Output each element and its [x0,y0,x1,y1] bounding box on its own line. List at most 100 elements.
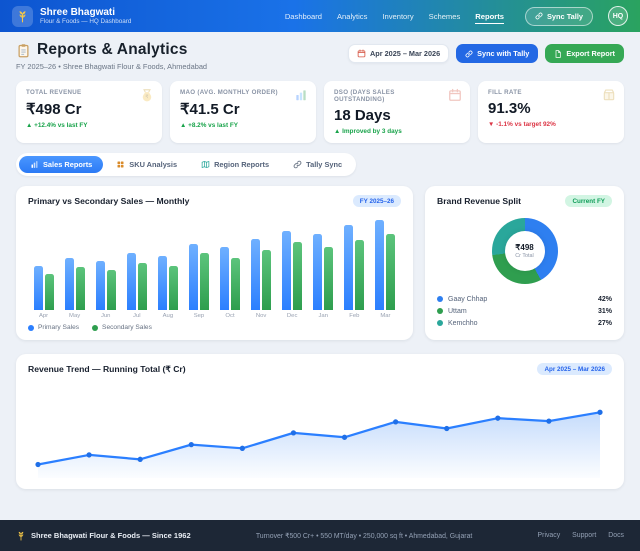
tab-sku-analysis[interactable]: SKU Analysis [105,156,188,173]
line-chart-svg[interactable] [28,382,612,480]
footer-link-support[interactable]: Support [572,532,596,539]
line-data-point[interactable] [291,430,296,435]
bar[interactable] [344,225,353,311]
bar-chart-icon [30,160,39,169]
bar-chart-legend: Primary Sales Secondary Sales [28,324,401,331]
tab-region-reports[interactable]: Region Reports [190,156,280,173]
bar[interactable] [220,247,229,310]
sku-grid-icon [116,160,125,169]
nav-item-dashboard[interactable]: Dashboard [285,9,322,24]
legend-label: Primary Sales [38,324,79,331]
nav-item-analytics[interactable]: Analytics [337,9,367,24]
bar-category-label: Jun [101,313,111,319]
kpi-delta: ▲ +8.2% vs last FY [180,122,306,129]
monthly-sales-card: Primary vs Secondary Sales — Monthly FY … [16,186,413,340]
bar-chart-title: Primary vs Secondary Sales — Monthly [28,196,189,206]
bar[interactable] [375,220,384,310]
kpi-mao: MAO (AVG. MONTHLY ORDER) ₹41.5 Cr ▲ +8.2… [170,81,316,143]
report-tabs: Sales Reports SKU Analysis Region Report… [16,153,356,176]
user-avatar[interactable]: HQ [608,6,628,26]
line-chart-title: Revenue Trend — Running Total (₹ Cr) [28,364,186,375]
date-range-picker[interactable]: Apr 2025 – Mar 2026 [348,44,449,63]
bar-category-label: Dec [287,313,297,319]
footer-link-privacy[interactable]: Privacy [538,532,561,539]
bar[interactable] [138,263,147,311]
bar[interactable] [189,244,198,311]
bar[interactable] [231,258,240,310]
link-icon [535,12,543,20]
kpi-value: ₹41.5 Cr [180,100,306,118]
donut-legend-row: Gaay Chhap42% [437,293,612,305]
nav-item-reports[interactable]: Reports [475,9,504,24]
bar[interactable] [313,234,322,310]
nav-sync-tally-button[interactable]: Sync Tally [525,7,593,26]
footer-link-docs[interactable]: Docs [608,532,624,539]
date-range-badge: Apr 2025 – Mar 2026 [537,363,612,375]
bar[interactable] [282,231,291,310]
footer: Shree Bhagwati Flour & Foods — Since 196… [0,520,640,551]
line-data-point[interactable] [597,410,602,415]
bar-chart[interactable]: AprMayJunJulAugSepOctNovDecJanFebMar [28,215,401,319]
legend-dot-primary [28,325,34,331]
bar-group: Sep [183,215,214,319]
bar-category-label: Apr [39,313,48,319]
line-data-point[interactable] [546,418,551,423]
bar[interactable] [158,256,167,310]
line-data-point[interactable] [35,462,40,467]
bar-group: Mar [370,215,401,319]
fy-badge: FY 2025–26 [353,195,401,207]
bar[interactable] [45,274,54,310]
bar-category-label: Feb [349,313,359,319]
link-icon [465,50,473,58]
current-fy-badge: Current FY [565,195,612,207]
wheat-icon [16,531,26,541]
donut-legend: Gaay Chhap42%Uttam31%Kemchho27% [437,293,612,330]
donut-legend-row: Uttam31% [437,305,612,317]
line-data-point[interactable] [86,452,91,457]
bar[interactable] [200,253,209,310]
bar[interactable] [169,266,178,310]
export-report-button[interactable]: Export Report [545,44,624,63]
bar[interactable] [251,239,260,310]
bar-category-label: Jul [133,313,141,319]
link-icon [293,160,302,169]
clipboard-icon [16,43,31,58]
bar[interactable] [65,258,74,310]
line-data-point[interactable] [495,416,500,421]
tab-tally-sync[interactable]: Tally Sync [282,156,353,173]
legend-label: Kemchho [448,320,478,327]
line-data-point[interactable] [342,435,347,440]
bar[interactable] [355,240,364,310]
bar[interactable] [262,250,271,310]
line-data-point[interactable] [393,419,398,424]
brand-text: Shree Bhagwati Flour & Foods — HQ Dashbo… [40,7,131,26]
bar-category-label: Nov [256,313,266,319]
line-data-point[interactable] [240,446,245,451]
footer-brand: Shree Bhagwati Flour & Foods — Since 196… [16,531,191,541]
bar[interactable] [76,267,85,310]
nav-links: Dashboard Analytics Inventory Schemes Re… [285,9,504,24]
bar[interactable] [386,234,395,310]
bar[interactable] [127,253,136,310]
donut-chart[interactable]: ₹498 Cr Total [492,218,558,284]
export-report-label: Export Report [566,49,615,58]
sync-with-tally-button[interactable]: Sync with Tally [456,44,538,63]
bar[interactable] [293,242,302,310]
revenue-trend-card: Revenue Trend — Running Total (₹ Cr) Apr… [16,354,624,489]
bar-group: Feb [339,215,370,319]
brand-logo [12,6,33,27]
charts-row: Primary vs Secondary Sales — Monthly FY … [16,186,624,340]
tab-sales-reports[interactable]: Sales Reports [19,156,103,173]
bar-group: Jul [121,215,152,319]
bar[interactable] [96,261,105,310]
nav-item-inventory[interactable]: Inventory [382,9,413,24]
bar[interactable] [324,247,333,310]
line-data-point[interactable] [138,457,143,462]
bar[interactable] [34,266,43,310]
bar[interactable] [107,270,116,310]
nav-item-schemes[interactable]: Schemes [429,9,461,24]
line-data-point[interactable] [444,426,449,431]
legend-percent: 31% [598,308,612,315]
line-data-point[interactable] [189,442,194,447]
calendar-icon [448,88,462,102]
